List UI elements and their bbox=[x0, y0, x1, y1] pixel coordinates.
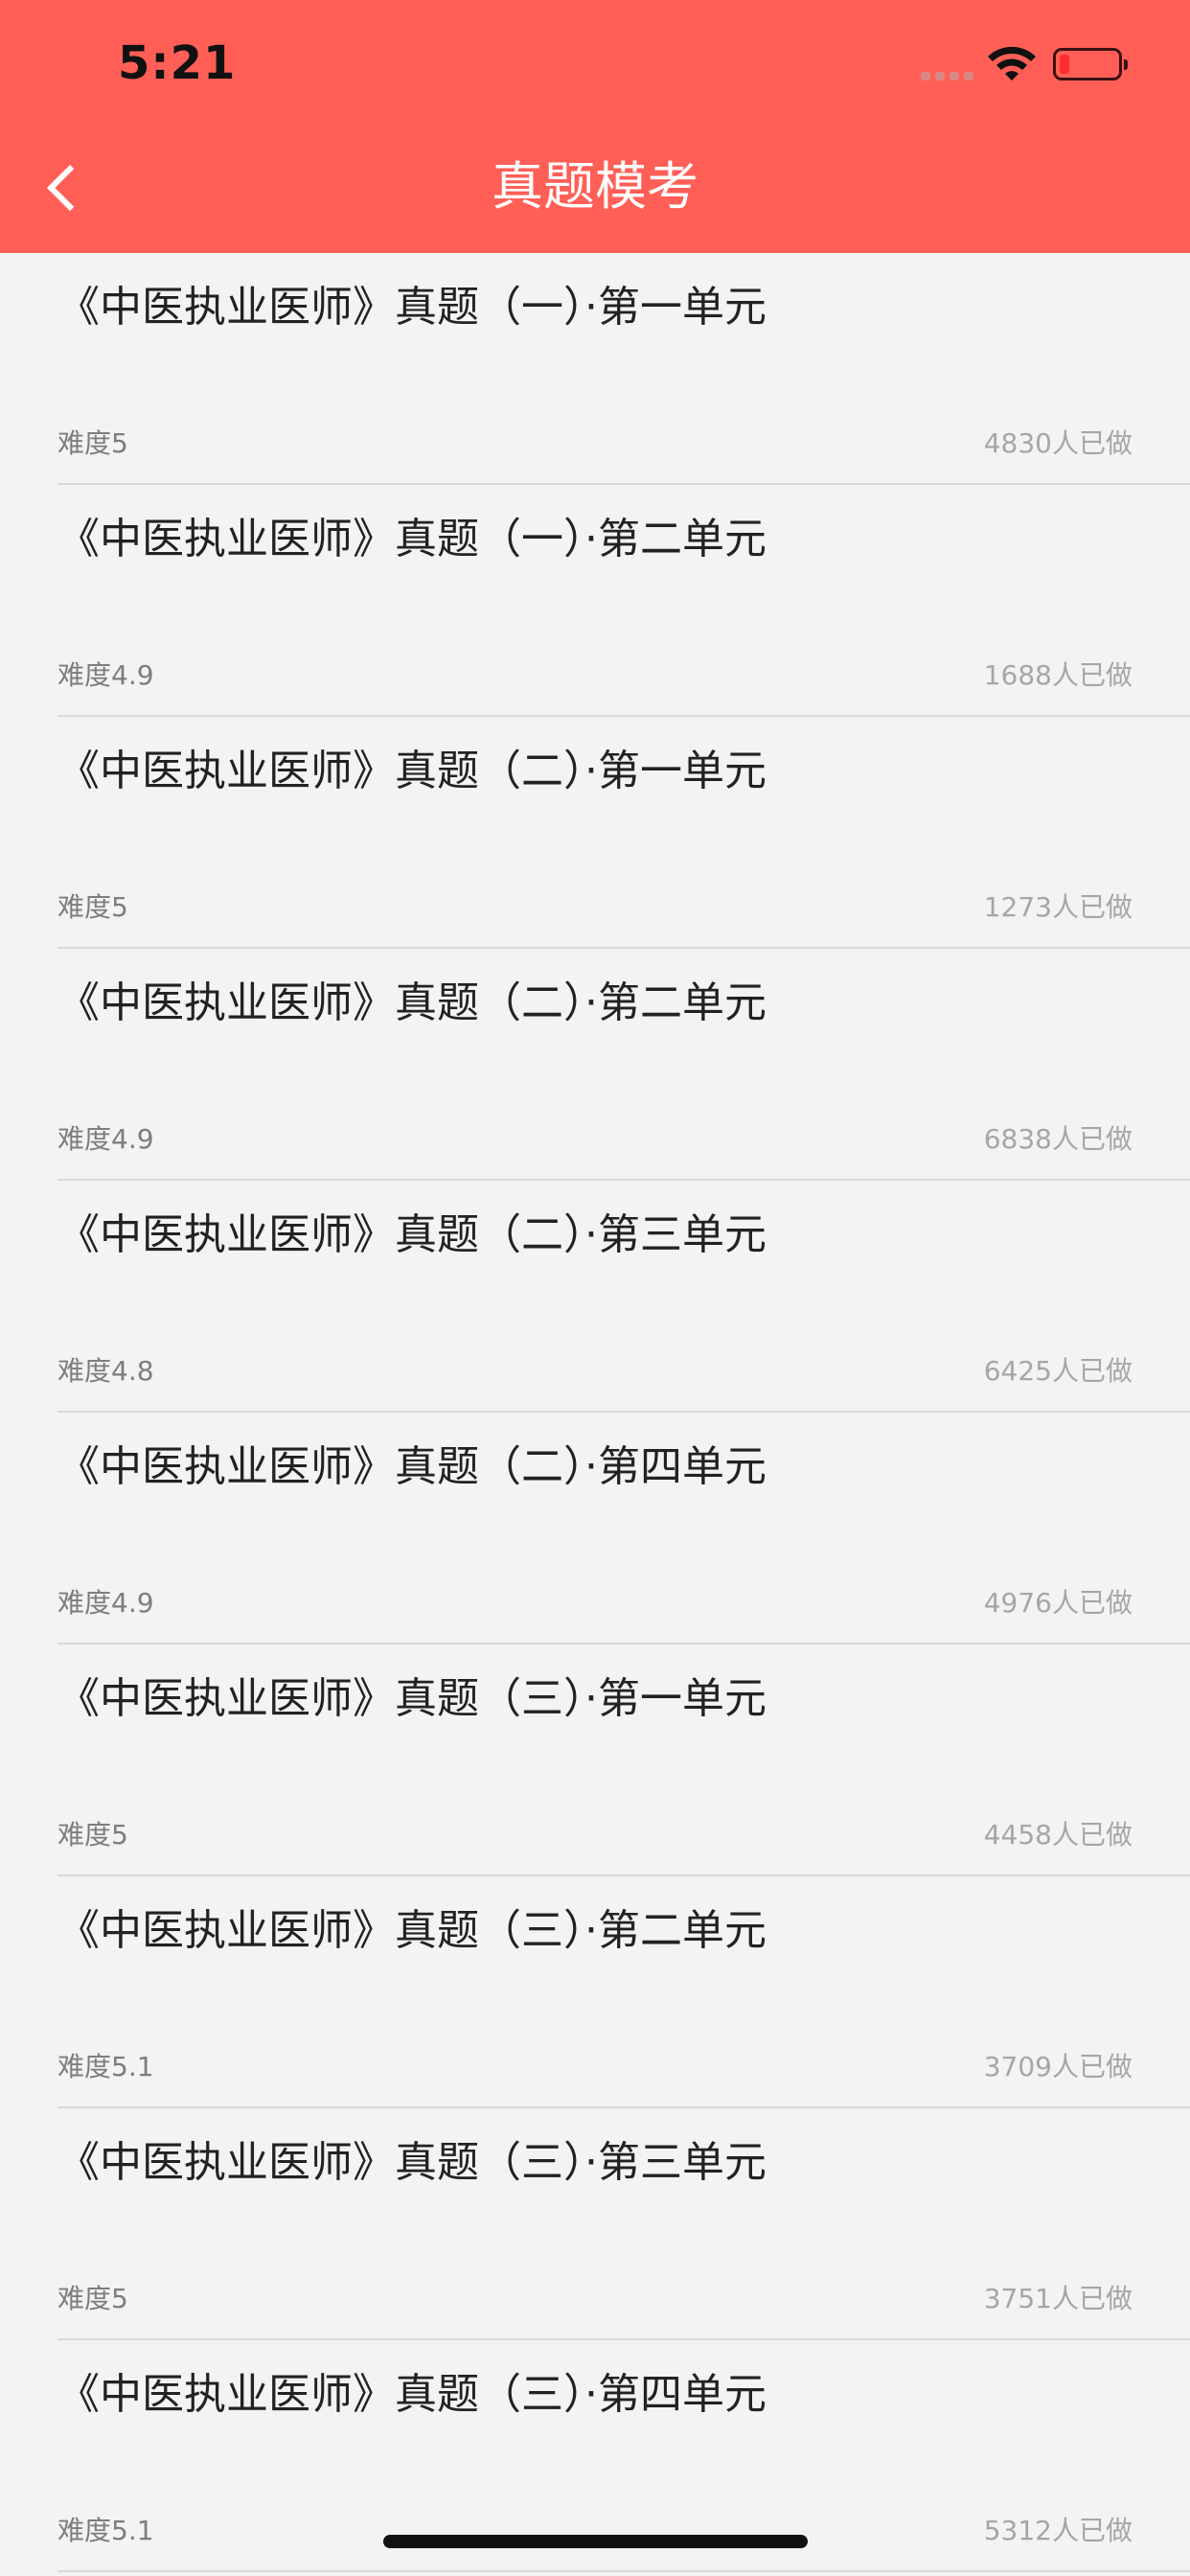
list-item[interactable]: 《中医执业医师》真题（三）·第二单元 难度5.1 3709人已做 bbox=[57, 1876, 1190, 2108]
item-difficulty: 难度5.1 bbox=[57, 2515, 154, 2546]
item-count: 5312人已做 bbox=[983, 2515, 1133, 2546]
battery-icon bbox=[1053, 48, 1128, 80]
app-header: 5:21 真题模考 bbox=[0, 0, 1190, 253]
item-title: 《中医执业医师》真题（二）·第一单元 bbox=[57, 747, 767, 795]
list-item[interactable]: 《中医执业医师》真题（二）·第一单元 难度5 1273人已做 bbox=[57, 717, 1190, 949]
item-count: 4458人已做 bbox=[983, 1819, 1133, 1851]
item-title: 《中医执业医师》真题（三）·第一单元 bbox=[57, 1674, 767, 1723]
list-item[interactable]: 《中医执业医师》真题（二）·第二单元 难度4.9 6838人已做 bbox=[57, 949, 1190, 1181]
item-count: 6425人已做 bbox=[983, 1355, 1133, 1387]
item-difficulty: 难度5.1 bbox=[57, 2051, 154, 2082]
wifi-icon bbox=[988, 46, 1036, 80]
list-item[interactable]: 《中医执业医师》真题（二）·第四单元 难度4.9 4976人已做 bbox=[57, 1413, 1190, 1644]
item-title: 《中医执业医师》真题（二）·第三单元 bbox=[57, 1210, 767, 1259]
item-difficulty: 难度5 bbox=[57, 891, 128, 923]
item-difficulty: 难度4.9 bbox=[57, 659, 154, 691]
item-count: 1688人已做 bbox=[983, 659, 1133, 691]
list-item[interactable]: 《中医执业医师》真题（三）·第三单元 难度5 3751人已做 bbox=[57, 2108, 1190, 2340]
status-time: 5:21 bbox=[118, 36, 237, 90]
exam-list: 《中医执业医师》真题（一）·第一单元 难度5 4830人已做 《中医执业医师》真… bbox=[0, 253, 1190, 2572]
item-count: 4830人已做 bbox=[983, 427, 1133, 459]
signal-icon bbox=[921, 72, 973, 81]
item-count: 6838人已做 bbox=[983, 1123, 1133, 1155]
item-title: 《中医执业医师》真题（三）·第三单元 bbox=[57, 2138, 767, 2187]
home-indicator bbox=[383, 2535, 808, 2548]
item-difficulty: 难度5 bbox=[57, 427, 128, 459]
item-count: 1273人已做 bbox=[983, 891, 1133, 923]
item-difficulty: 难度4.8 bbox=[57, 1355, 154, 1387]
list-item[interactable]: 《中医执业医师》真题（一）·第一单元 难度5 4830人已做 bbox=[57, 253, 1190, 485]
item-title: 《中医执业医师》真题（三）·第二单元 bbox=[57, 1906, 767, 1955]
item-title: 《中医执业医师》真题（一）·第二单元 bbox=[57, 515, 767, 564]
item-difficulty: 难度5 bbox=[57, 1819, 128, 1851]
page-title: 真题模考 bbox=[492, 156, 698, 217]
item-title: 《中医执业医师》真题（一）·第一单元 bbox=[57, 283, 767, 332]
item-difficulty: 难度5 bbox=[57, 2283, 128, 2314]
list-item[interactable]: 《中医执业医师》真题（一）·第二单元 难度4.9 1688人已做 bbox=[57, 485, 1190, 717]
item-count: 3751人已做 bbox=[983, 2283, 1133, 2314]
item-difficulty: 难度4.9 bbox=[57, 1587, 154, 1619]
list-item[interactable]: 《中医执业医师》真题（三）·第一单元 难度5 4458人已做 bbox=[57, 1644, 1190, 1876]
item-title: 《中医执业医师》真题（三）·第四单元 bbox=[57, 2370, 767, 2419]
list-item[interactable]: 《中医执业医师》真题（二）·第三单元 难度4.8 6425人已做 bbox=[57, 1181, 1190, 1413]
item-count: 4976人已做 bbox=[983, 1587, 1133, 1619]
item-difficulty: 难度4.9 bbox=[57, 1123, 154, 1155]
item-count: 3709人已做 bbox=[983, 2051, 1133, 2082]
item-title: 《中医执业医师》真题（二）·第二单元 bbox=[57, 978, 767, 1027]
item-title: 《中医执业医师》真题（二）·第四单元 bbox=[57, 1442, 767, 1491]
